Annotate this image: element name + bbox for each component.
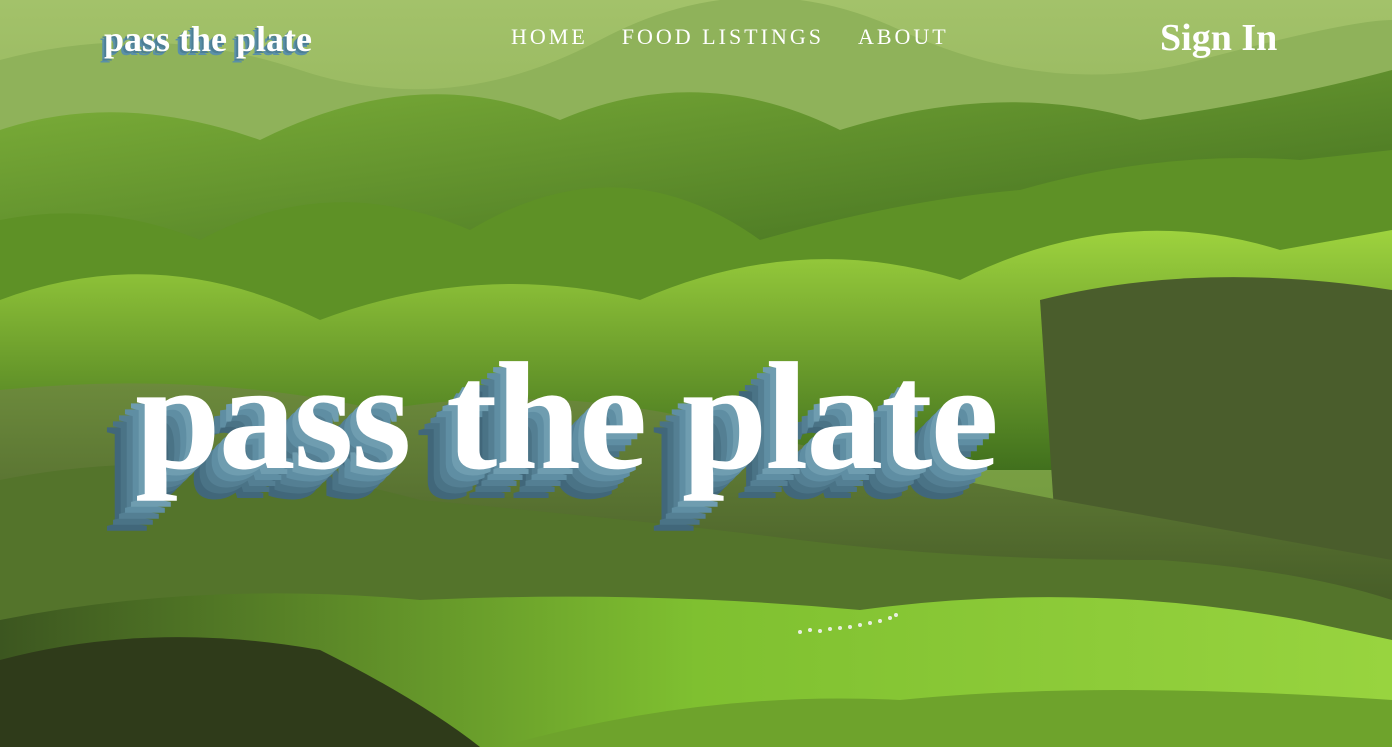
brand-logo[interactable]: pass the plate — [104, 18, 312, 60]
top-navbar: pass the plate HOME FOOD LISTINGS ABOUT … — [0, 0, 1392, 80]
nav-link-home[interactable]: HOME — [511, 24, 588, 50]
hero-title: pass the plate — [135, 332, 999, 502]
sign-in-link[interactable]: Sign In — [1160, 16, 1277, 60]
nav-link-about[interactable]: ABOUT — [858, 24, 949, 50]
nav-links: HOME FOOD LISTINGS ABOUT — [511, 24, 983, 50]
nav-link-food-listings[interactable]: FOOD LISTINGS — [622, 24, 824, 50]
